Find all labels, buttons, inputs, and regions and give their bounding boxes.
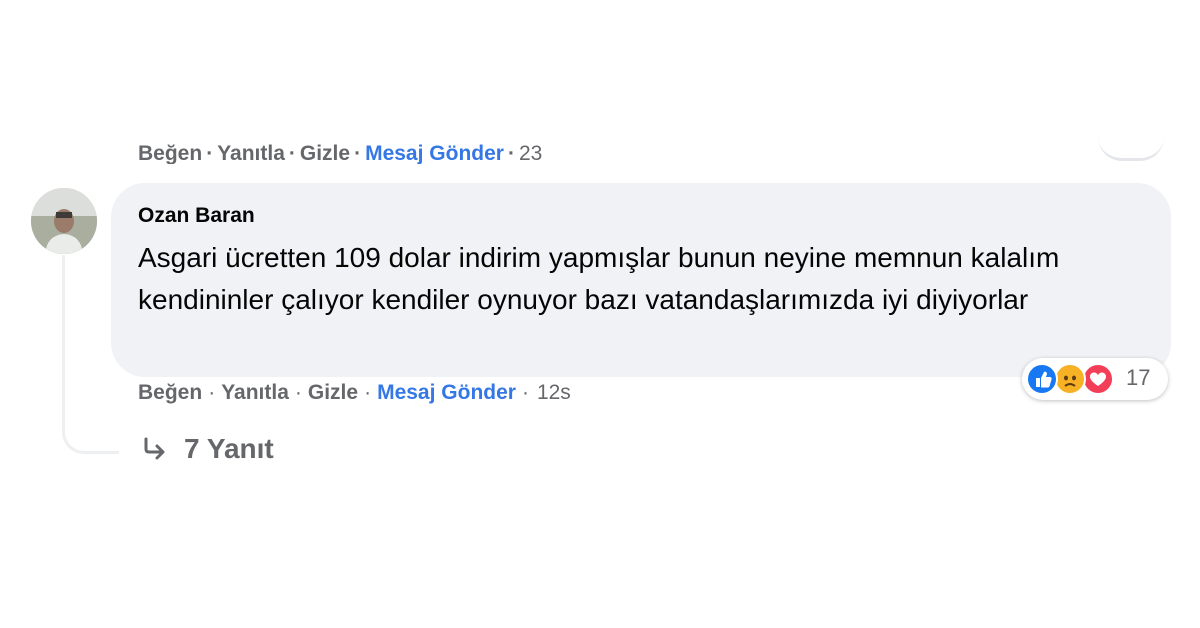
like-icon — [1026, 363, 1058, 395]
prev-reply-link[interactable]: Yanıtla — [217, 142, 285, 164]
comment-timestamp[interactable]: 12s — [537, 381, 571, 405]
reactions-summary[interactable]: 17 — [1022, 358, 1168, 400]
reply-link[interactable]: Yanıtla — [221, 381, 289, 405]
hide-link[interactable]: Gizle — [308, 381, 358, 405]
previous-comment-actions: Beğen · Yanıtla · Gizle · Mesaj Gönder ·… — [138, 142, 543, 164]
avatar-photo-icon — [31, 188, 97, 254]
prev-timestamp[interactable]: 23 — [519, 142, 542, 164]
prev-hide-link[interactable]: Gizle — [300, 142, 350, 164]
replies-label: 7 Yanıt — [184, 433, 274, 464]
separator-dot: · — [208, 381, 216, 404]
user-avatar[interactable] — [31, 188, 97, 254]
send-message-link[interactable]: Mesaj Gönder — [377, 381, 516, 405]
comment-text: Asgari ücretten 109 dolar indirim yapmış… — [138, 242, 1060, 315]
prev-like-link[interactable]: Beğen — [138, 142, 202, 164]
reply-arrow-icon — [144, 437, 165, 460]
like-link[interactable]: Beğen — [138, 381, 202, 405]
view-replies-button[interactable]: 7 Yanıt — [140, 433, 274, 465]
love-icon — [1082, 363, 1114, 395]
comment-actions: Beğen · Yanıtla · Gizle · Mesaj Gönder ·… — [138, 381, 571, 405]
separator-dot: · — [521, 381, 529, 404]
comment-author-name[interactable]: Ozan Baran — [138, 204, 255, 228]
previous-reaction-pill-edge — [1098, 132, 1164, 161]
separator-dot: · — [364, 381, 372, 404]
separator-dot: · — [294, 381, 302, 404]
prev-send-message-link[interactable]: Mesaj Gönder — [365, 142, 504, 164]
reaction-count: 17 — [1126, 365, 1151, 390]
sad-icon — [1054, 363, 1086, 395]
